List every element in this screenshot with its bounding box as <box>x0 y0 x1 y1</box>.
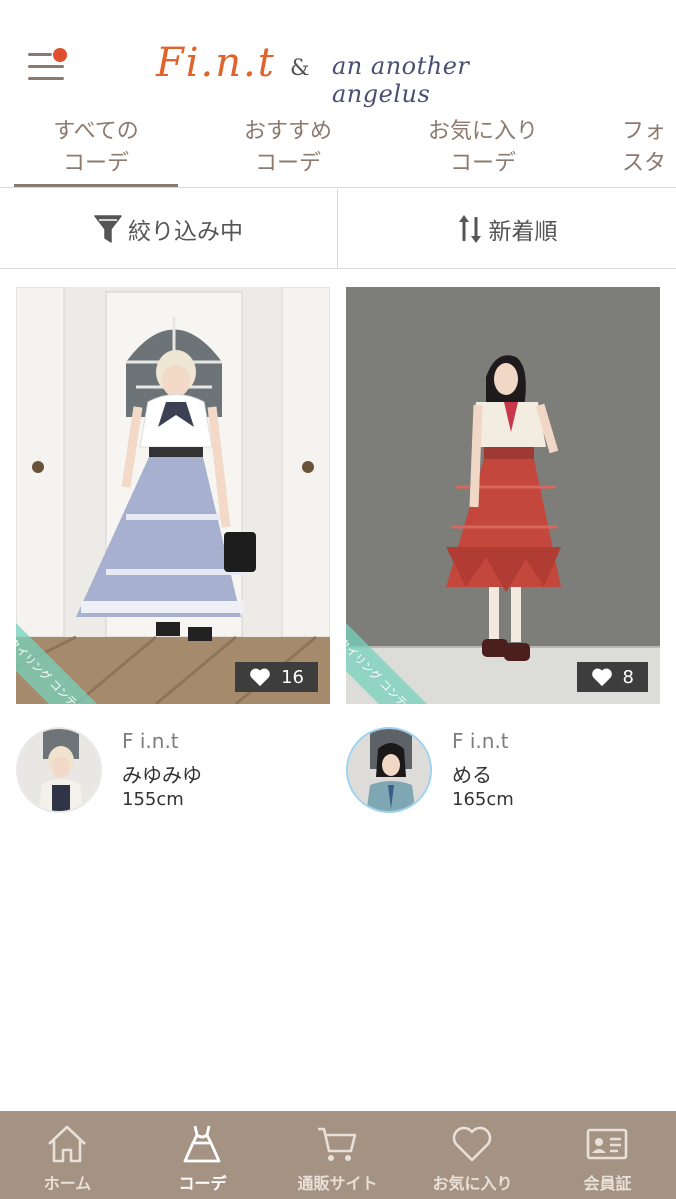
tab-follow-staff[interactable]: フォ スタ <box>622 116 676 187</box>
avatar-photo <box>348 729 430 811</box>
nav-home[interactable]: ホーム <box>0 1111 135 1199</box>
tab-recommended[interactable]: おすすめ コーデ <box>206 116 370 187</box>
nav-label: お気に入り <box>432 1174 513 1193</box>
nav-label: ホーム <box>43 1174 92 1193</box>
tab-all-coordinates[interactable]: すべての コーデ <box>14 116 178 187</box>
menu-bar <box>28 65 64 68</box>
cart-icon <box>318 1127 357 1161</box>
tab-label-line1: おすすめ <box>243 119 332 144</box>
tab-label-line1: お気に入り <box>427 119 538 144</box>
outfit-photo <box>346 287 660 704</box>
staff-name: める <box>452 763 492 787</box>
menu-bar <box>28 53 52 56</box>
tab-label-line2: スタ <box>622 151 667 176</box>
tab-favorites[interactable]: お気に入り コーデ <box>398 116 568 187</box>
avatar[interactable] <box>346 727 432 813</box>
coordinate-photo[interactable]: スタイリング コンテスト 16 <box>16 287 330 704</box>
logo-fint: Fi.n.t <box>156 40 276 86</box>
member-card-icon <box>586 1128 628 1160</box>
avatar[interactable] <box>16 727 102 813</box>
app-header: Fi.n.t & an another angelus <box>0 0 676 110</box>
logo-ampersand: & <box>290 56 310 81</box>
menu-button[interactable] <box>28 48 68 84</box>
tab-label-line1: フォ <box>622 119 667 144</box>
filter-icon <box>94 215 122 243</box>
staff-brand: F i.n.t <box>452 729 509 753</box>
avatar-photo <box>18 729 100 811</box>
heart-icon <box>591 668 612 687</box>
home-icon <box>48 1125 86 1163</box>
nav-label: 会員証 <box>583 1174 632 1193</box>
dress-icon <box>183 1125 221 1163</box>
nav-label: コーデ <box>178 1174 227 1193</box>
coordinate-tabs: すべての コーデ おすすめ コーデ お気に入り コーデ フォ スタ <box>0 110 676 188</box>
menu-bar <box>28 77 64 80</box>
notification-dot <box>53 48 67 62</box>
sort-icon <box>458 215 481 243</box>
nav-member-card[interactable]: 会員証 <box>540 1111 675 1199</box>
staff-info[interactable]: F i.n.t める 165cm <box>346 723 660 813</box>
coordinate-photo[interactable]: スタイリング コンテスト 8 <box>346 287 660 704</box>
outfit-photo <box>16 287 330 704</box>
heart-icon <box>452 1126 492 1162</box>
coordinate-card[interactable]: スタイリング コンテスト 16 F i.n.t みゆみゆ 155cm <box>16 287 330 813</box>
tab-label-line2: コーデ <box>254 151 321 176</box>
like-button[interactable]: 8 <box>576 662 648 692</box>
logo-another-angelus: an another angelus <box>332 52 470 108</box>
nav-online-shop[interactable]: 通販サイト <box>270 1111 405 1199</box>
active-tab-indicator <box>14 184 178 187</box>
like-count: 8 <box>622 666 634 688</box>
coordinate-card[interactable]: スタイリング コンテスト 8 F i.n.t める 165cm <box>346 287 660 813</box>
heart-icon <box>250 668 270 687</box>
staff-info[interactable]: F i.n.t みゆみゆ 155cm <box>16 723 330 813</box>
filter-sort-toolbar: 絞り込み中 新着順 <box>0 189 676 269</box>
bottom-navigation: ホーム コーデ 通販サイト お気に入り 会員証 <box>0 1111 676 1199</box>
like-count: 16 <box>281 666 304 688</box>
staff-height: 165cm <box>452 789 514 810</box>
nav-label: 通販サイト <box>297 1174 378 1193</box>
staff-brand: F i.n.t <box>122 729 179 753</box>
tab-label-line2: コーデ <box>62 151 129 176</box>
nav-favorites[interactable]: お気に入り <box>405 1111 540 1199</box>
app: Fi.n.t & an another angelus すべての コーデ おすす… <box>0 0 676 1199</box>
tab-label-line1: すべての <box>53 119 139 144</box>
filter-label: 絞り込み中 <box>128 219 243 245</box>
nav-coordinate[interactable]: コーデ <box>135 1111 270 1199</box>
staff-name: みゆみゆ <box>122 763 202 787</box>
tab-label-line2: コーデ <box>449 151 516 176</box>
like-button[interactable]: 16 <box>235 662 318 692</box>
sort-button[interactable]: 新着順 <box>338 189 676 269</box>
staff-height: 155cm <box>122 789 184 810</box>
brand-logo[interactable]: Fi.n.t & an another angelus <box>150 38 540 108</box>
filter-button[interactable]: 絞り込み中 <box>0 189 337 269</box>
sort-label: 新着順 <box>488 219 558 245</box>
